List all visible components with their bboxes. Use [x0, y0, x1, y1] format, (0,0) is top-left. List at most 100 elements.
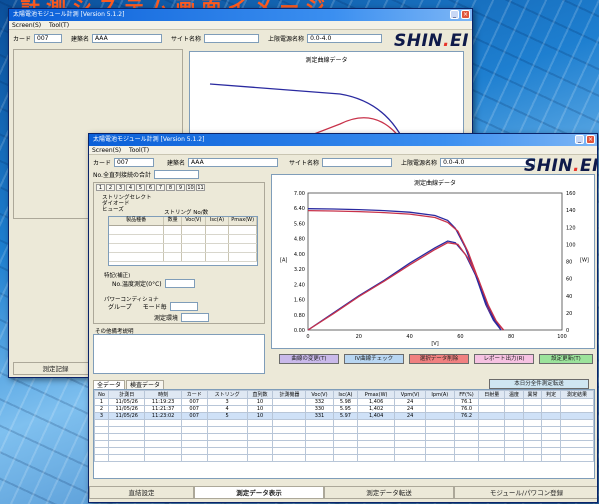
name-field[interactable]: AAA: [188, 158, 279, 167]
string-tab-11[interactable]: 11: [196, 184, 205, 191]
string-tab-8[interactable]: 8: [166, 184, 175, 191]
table-header-cell[interactable]: 時刻: [144, 390, 182, 399]
table-cell: [453, 440, 480, 448]
table-header-cell[interactable]: ストリング: [206, 390, 248, 399]
name-field[interactable]: AAA: [92, 34, 163, 43]
power-select[interactable]: 0.0-4.0: [307, 34, 383, 43]
table-cell: 330: [305, 405, 334, 413]
bottom-tab-3[interactable]: モジュール/パワコン登録: [454, 486, 597, 499]
string-tab-6[interactable]: 6: [146, 184, 155, 191]
action-button-0[interactable]: 曲線の変更(T): [279, 354, 339, 364]
table-row-empty[interactable]: [93, 426, 595, 434]
measurement-table: No 計測日 時刻 カード ストリング 直列数 計測機器 Voc(V) Isc(A) Pmax(W…: [93, 390, 595, 462]
send-all-button[interactable]: 本日分全件測定転送: [489, 379, 589, 389]
table-cell: [425, 412, 455, 420]
site-label: サイト名称: [171, 36, 202, 43]
table-header-cell[interactable]: 日射量: [478, 390, 506, 399]
table-row[interactable]: 1 11/05/26 11:19:23 007 3 10 332 5.98 1,406 24 76.…: [93, 398, 595, 406]
series-line-2: [307, 240, 502, 331]
string-tab-10[interactable]: 10: [186, 184, 195, 191]
back-bottom-tab[interactable]: 測定記録: [13, 362, 98, 375]
table-cell: [206, 419, 248, 427]
card-field[interactable]: 007: [114, 158, 155, 167]
table-header-cell[interactable]: 異常: [522, 390, 543, 399]
table-cell: [305, 426, 334, 434]
table-header-cell[interactable]: FF(%): [453, 390, 480, 399]
close-icon[interactable]: ×: [586, 135, 595, 144]
table-cell: [93, 440, 110, 448]
menu-screen[interactable]: Screen(S): [92, 147, 121, 154]
back-titlebar[interactable]: 太陽電池モジュール計測 [Version 5.1.2] _ ×: [9, 9, 472, 21]
table-header-cell[interactable]: Pmax(W): [357, 390, 396, 399]
table-row-empty[interactable]: [93, 454, 595, 462]
menu-tool[interactable]: Tool(T): [49, 22, 69, 29]
subgrid-row[interactable]: [109, 226, 257, 235]
temp-field[interactable]: [164, 279, 195, 288]
table-header-cell[interactable]: 温度: [504, 390, 524, 399]
action-button-1[interactable]: IV曲線チェック: [344, 354, 404, 364]
tab-inspection-data[interactable]: 検査データ: [126, 380, 165, 389]
string-tab-3[interactable]: 3: [116, 184, 125, 191]
table-cell: [504, 440, 524, 448]
table-row-empty[interactable]: [93, 440, 595, 448]
table-header-cell[interactable]: 測定結果: [559, 390, 595, 399]
string-tab-5[interactable]: 5: [136, 184, 145, 191]
env-field[interactable]: [181, 313, 210, 322]
string-tab-9[interactable]: 9: [176, 184, 185, 191]
action-button-2[interactable]: 選択データ削除: [409, 354, 469, 364]
module-field[interactable]: [153, 170, 199, 179]
table-header-cell[interactable]: No: [93, 390, 110, 399]
subgrid-row[interactable]: [109, 235, 257, 244]
bottom-tab-0[interactable]: 直結設定: [89, 486, 194, 499]
table-header-cell[interactable]: Isc(A): [332, 390, 359, 399]
table-header-cell[interactable]: 判定: [541, 390, 561, 399]
table-row-empty[interactable]: [93, 419, 595, 427]
string-tab-7[interactable]: 7: [156, 184, 165, 191]
remarks-textarea[interactable]: [93, 334, 265, 374]
mode-field[interactable]: [169, 302, 198, 311]
action-button-4[interactable]: 設定更新(T): [539, 354, 593, 364]
bottom-tab-1[interactable]: 測定データ表示: [194, 486, 324, 499]
table-header-cell[interactable]: Voc(V): [305, 390, 334, 399]
subgrid-row[interactable]: [109, 253, 257, 262]
table-header-cell[interactable]: カード: [180, 390, 208, 399]
string-tab-1[interactable]: 1: [96, 184, 105, 191]
tab-all-data[interactable]: 全データ: [93, 380, 126, 389]
minimize-icon[interactable]: _: [450, 10, 459, 19]
table-cell: [108, 447, 146, 455]
string-tab-4[interactable]: 4: [126, 184, 135, 191]
action-button-3[interactable]: レポート出力(R): [474, 354, 534, 364]
table-header-cell[interactable]: 計測機器: [272, 390, 307, 399]
table-header-cell[interactable]: Ipm(A): [425, 390, 455, 399]
table-cell: 5: [206, 412, 248, 420]
site-field[interactable]: [204, 34, 260, 43]
table-cell: [305, 433, 334, 441]
string-tab-2[interactable]: 2: [106, 184, 115, 191]
card-field[interactable]: 007: [34, 34, 63, 43]
front-titlebar[interactable]: 太陽電池モジュール計測 [Version 5.1.2] _ ×: [89, 134, 597, 146]
minimize-icon[interactable]: _: [575, 135, 584, 144]
table-cell: [522, 440, 543, 448]
bottom-tab-2[interactable]: 測定データ転送: [324, 486, 454, 499]
table-header-cell[interactable]: Vpm(V): [394, 390, 427, 399]
table-row[interactable]: 2 11/05/26 11:21:37 007 4 10 330 5.95 1,402 24 76.…: [93, 405, 595, 413]
table-cell: 24: [394, 405, 427, 413]
back-chart-title: 測定曲線データ: [305, 57, 348, 64]
table-cell: 5.97: [332, 412, 359, 420]
table-header-cell[interactable]: 計測日: [108, 390, 146, 399]
menu-tool[interactable]: Tool(T): [129, 147, 149, 154]
table-header-cell[interactable]: 直列数: [246, 390, 274, 399]
table-row-empty[interactable]: [93, 433, 595, 441]
subgrid-row[interactable]: [109, 244, 257, 253]
site-field[interactable]: [322, 158, 393, 167]
table-cell: [180, 419, 208, 427]
table-row-empty[interactable]: [93, 447, 595, 455]
table-cell: [93, 419, 110, 427]
power-select[interactable]: 0.0-4.0: [440, 158, 536, 167]
close-icon[interactable]: ×: [461, 10, 470, 19]
y-left-tick-label: 7.00: [294, 191, 305, 197]
menu-screen[interactable]: Screen(S): [12, 22, 41, 29]
table-row[interactable]: 3 11/05/26 11:23:02 007 5 10 331 5.97 1,404 24 76.…: [93, 412, 595, 420]
table-cell: [93, 447, 110, 455]
logo-text: SHIN: [394, 31, 444, 51]
